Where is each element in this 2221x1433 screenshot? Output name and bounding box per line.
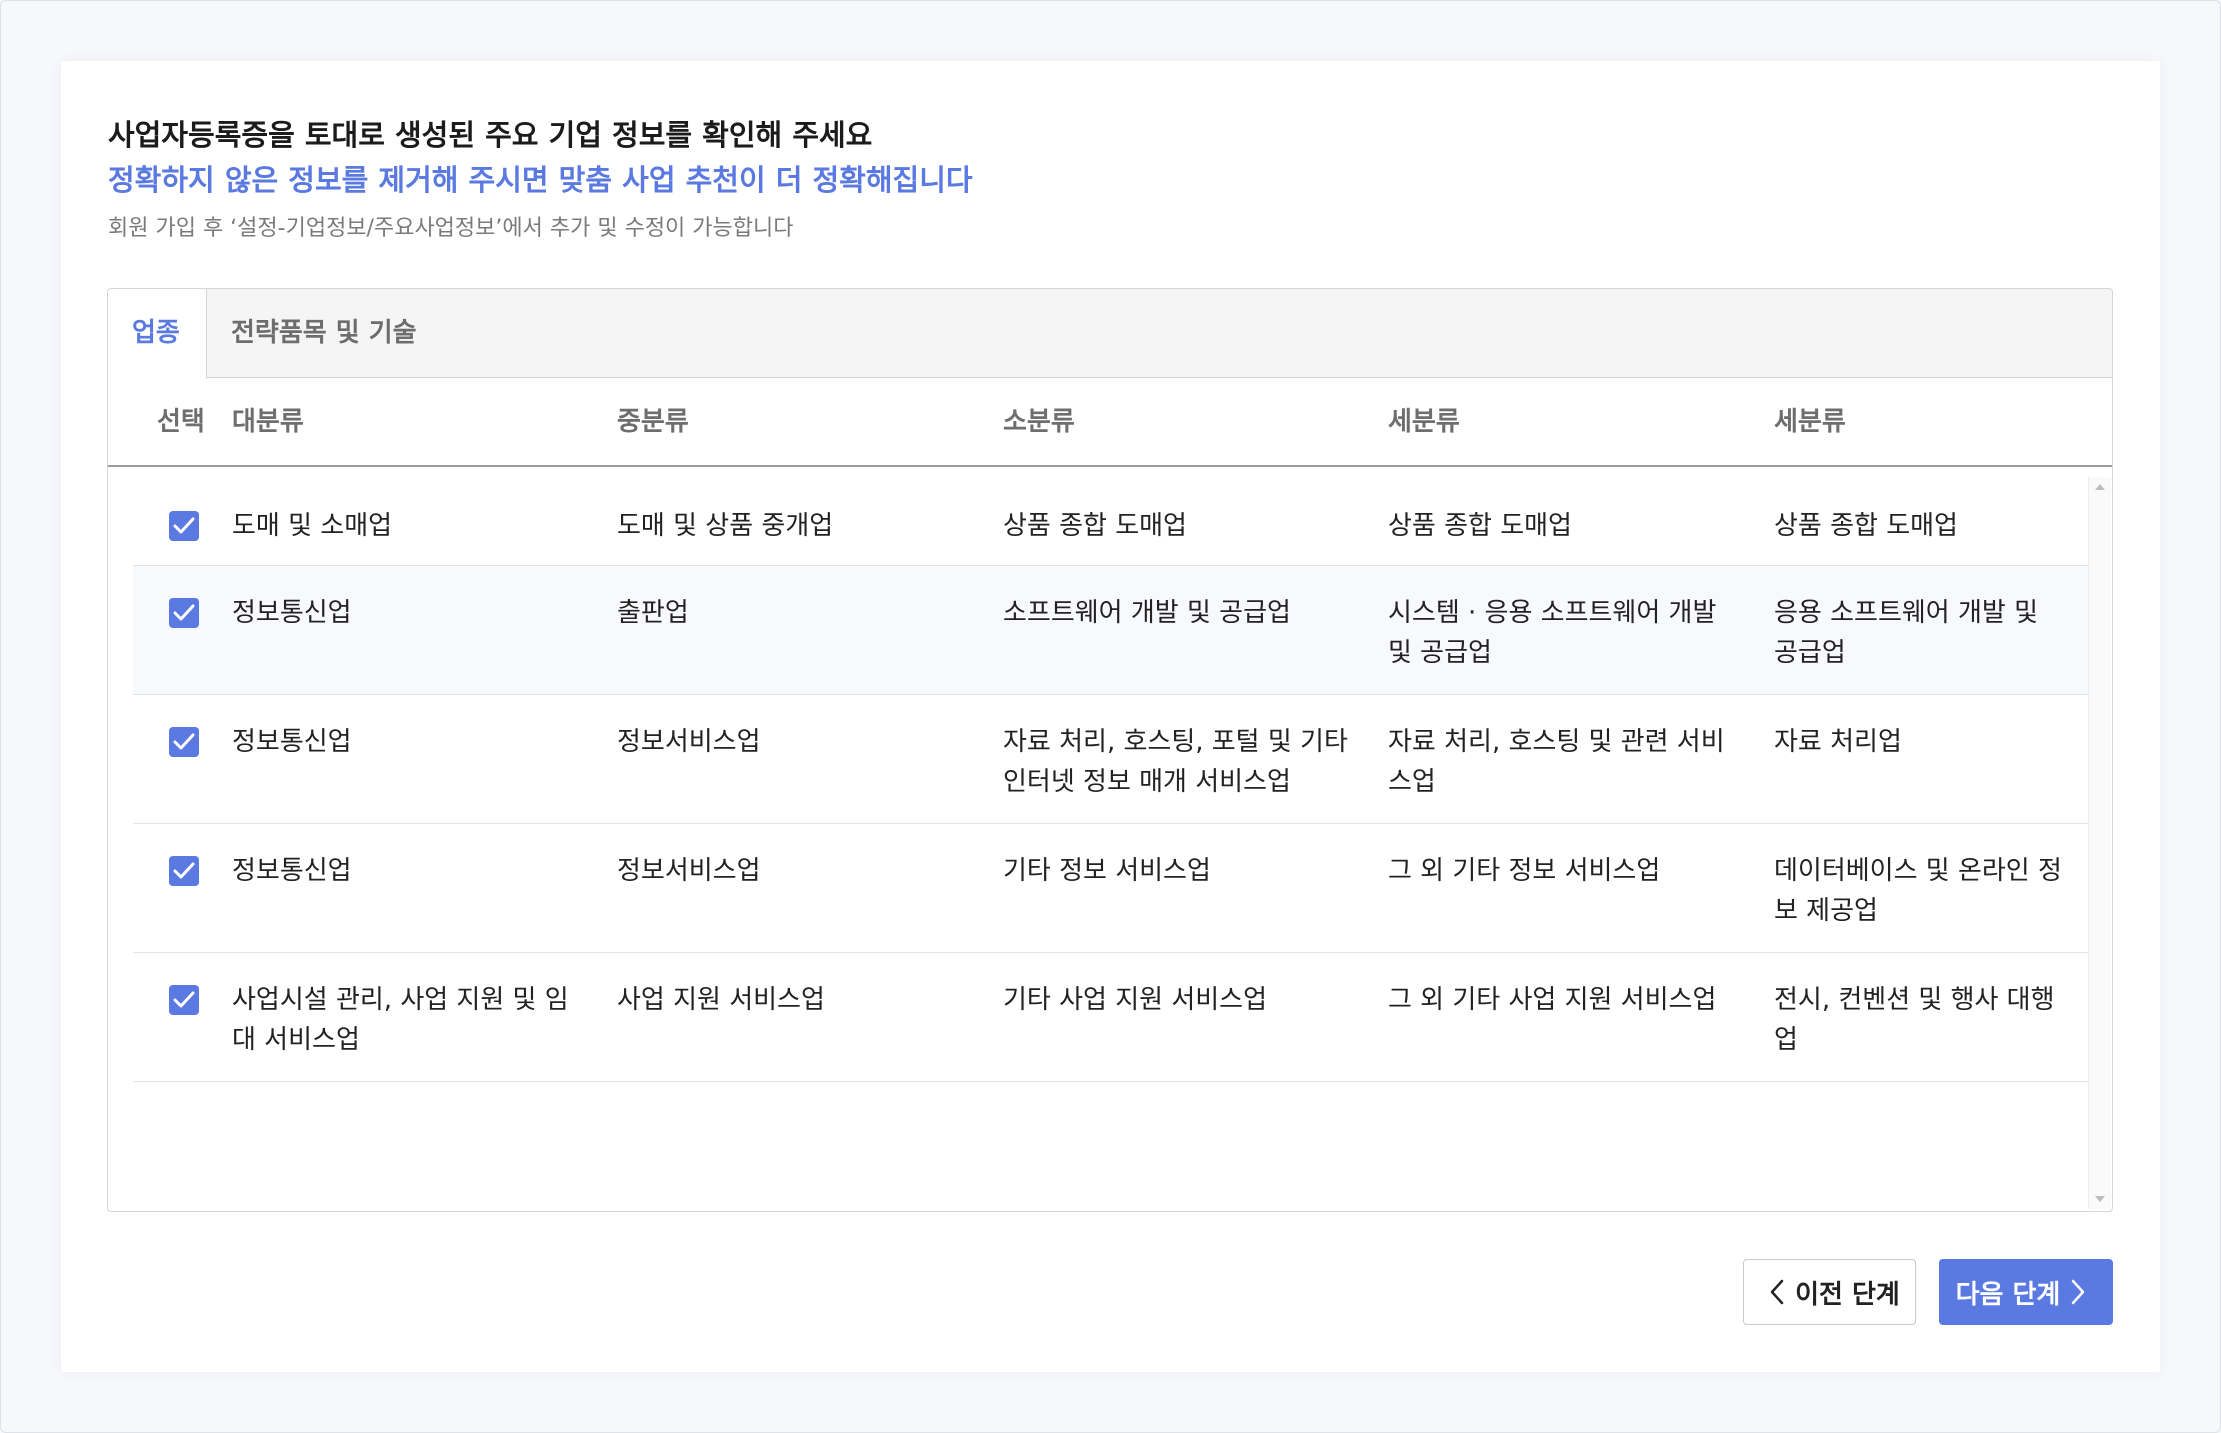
tab-industry[interactable]: 업종 bbox=[108, 289, 207, 379]
cell-minor: 자료 처리, 호스팅, 포털 및 기타 인터넷 정보 매개 서비스업 bbox=[1003, 727, 1348, 797]
cell-detail: 상품 종합 도매업 bbox=[1388, 511, 1572, 541]
table-scrollbar[interactable] bbox=[2088, 477, 2111, 1209]
row-checkbox[interactable] bbox=[169, 856, 199, 886]
table-row: 정보통신업 출판업 소프트웨어 개발 및 공급업 시스템 · 응용 소프트웨어 … bbox=[133, 566, 2091, 695]
header-minor: 소분류 bbox=[1003, 407, 1075, 437]
cell-major: 정보통신업 bbox=[232, 727, 352, 757]
table-row: 사업시설 관리, 사업 지원 및 임대 서비스업 사업 지원 서비스업 기타 사… bbox=[133, 953, 2091, 1082]
header-middle: 중분류 bbox=[617, 407, 689, 437]
cell-minor: 기타 정보 서비스업 bbox=[1003, 856, 1211, 886]
cell-minor: 상품 종합 도매업 bbox=[1003, 511, 1187, 541]
check-icon bbox=[173, 517, 195, 534]
cell-major: 정보통신업 bbox=[232, 856, 352, 886]
check-icon bbox=[173, 991, 195, 1008]
table-row: 도매 및 소매업 도매 및 상품 중개업 상품 종합 도매업 상품 종합 도매업… bbox=[133, 477, 2091, 566]
page-subtitle: 정확하지 않은 정보를 제거해 주시면 맞춤 사업 추천이 더 정확해집니다 bbox=[108, 163, 973, 197]
cell-middle: 도매 및 상품 중개업 bbox=[617, 511, 834, 541]
header-major: 대분류 bbox=[232, 407, 304, 437]
row-checkbox[interactable] bbox=[169, 727, 199, 757]
prev-step-button[interactable]: 이전 단계 bbox=[1743, 1259, 1916, 1325]
cell-subdetail: 자료 처리업 bbox=[1774, 727, 1902, 757]
table-row: 정보통신업 정보서비스업 자료 처리, 호스팅, 포털 및 기타 인터넷 정보 … bbox=[133, 695, 2091, 824]
tab-bar: 업종 전략품목 및 기술 bbox=[108, 289, 2112, 379]
cell-detail: 그 외 기타 사업 지원 서비스업 bbox=[1388, 985, 1717, 1015]
row-checkbox[interactable] bbox=[169, 598, 199, 628]
next-step-label: 다음 단계 bbox=[1955, 1279, 2061, 1310]
cell-detail: 그 외 기타 정보 서비스업 bbox=[1388, 856, 1661, 886]
cell-subdetail: 응용 소프트웨어 개발 및 공급업 bbox=[1774, 598, 2038, 668]
cell-subdetail: 데이터베이스 및 온라인 정보 제공업 bbox=[1774, 856, 2062, 926]
cell-major: 도매 및 소매업 bbox=[232, 511, 393, 541]
header-select: 선택 bbox=[157, 407, 205, 437]
next-step-button[interactable]: 다음 단계 bbox=[1939, 1259, 2113, 1325]
row-checkbox[interactable] bbox=[169, 985, 199, 1015]
industry-panel: 업종 전략품목 및 기술 선택 대분류 중분류 소분류 세분류 세분류 도매 및… bbox=[107, 288, 2113, 1212]
chevron-left-icon bbox=[1770, 1279, 1784, 1305]
header-subdetail: 세분류 bbox=[1774, 407, 1846, 437]
cell-minor: 소프트웨어 개발 및 공급업 bbox=[1003, 598, 1291, 628]
cell-middle: 출판업 bbox=[617, 598, 689, 628]
cell-detail: 시스템 · 응용 소프트웨어 개발 및 공급업 bbox=[1388, 598, 1717, 668]
tab-strategic-items[interactable]: 전략품목 및 기술 bbox=[207, 289, 441, 377]
cell-detail: 자료 처리, 호스팅 및 관련 서비스업 bbox=[1388, 727, 1725, 797]
page-title: 사업자등록증을 토대로 생성된 주요 기업 정보를 확인해 주세요 bbox=[108, 118, 873, 152]
cell-major: 사업시설 관리, 사업 지원 및 임대 서비스업 bbox=[232, 985, 569, 1055]
table-row: 정보통신업 정보서비스업 기타 정보 서비스업 그 외 기타 정보 서비스업 데… bbox=[133, 824, 2091, 953]
scroll-down-arrow-icon[interactable] bbox=[2095, 1196, 2105, 1202]
table-header: 선택 대분류 중분류 소분류 세분류 세분류 bbox=[108, 379, 2112, 467]
cell-subdetail: 전시, 컨벤션 및 행사 대행업 bbox=[1774, 985, 2055, 1055]
header-detail: 세분류 bbox=[1388, 407, 1460, 437]
check-icon bbox=[173, 733, 195, 750]
cell-minor: 기타 사업 지원 서비스업 bbox=[1003, 985, 1267, 1015]
table-body: 도매 및 소매업 도매 및 상품 중개업 상품 종합 도매업 상품 종합 도매업… bbox=[108, 477, 2091, 1209]
check-icon bbox=[173, 604, 195, 621]
cell-major: 정보통신업 bbox=[232, 598, 352, 628]
page-note: 회원 가입 후 ‘설정-기업정보/주요사업정보’에서 추가 및 수정이 가능합니… bbox=[108, 216, 794, 241]
prev-step-label: 이전 단계 bbox=[1795, 1279, 1900, 1310]
cell-subdetail: 상품 종합 도매업 bbox=[1774, 511, 1958, 541]
row-checkbox[interactable] bbox=[169, 511, 199, 541]
chevron-right-icon bbox=[2072, 1279, 2085, 1305]
check-icon bbox=[173, 862, 195, 879]
cell-middle: 정보서비스업 bbox=[617, 856, 761, 886]
scroll-up-arrow-icon[interactable] bbox=[2095, 484, 2105, 490]
cell-middle: 정보서비스업 bbox=[617, 727, 761, 757]
cell-middle: 사업 지원 서비스업 bbox=[617, 985, 825, 1015]
